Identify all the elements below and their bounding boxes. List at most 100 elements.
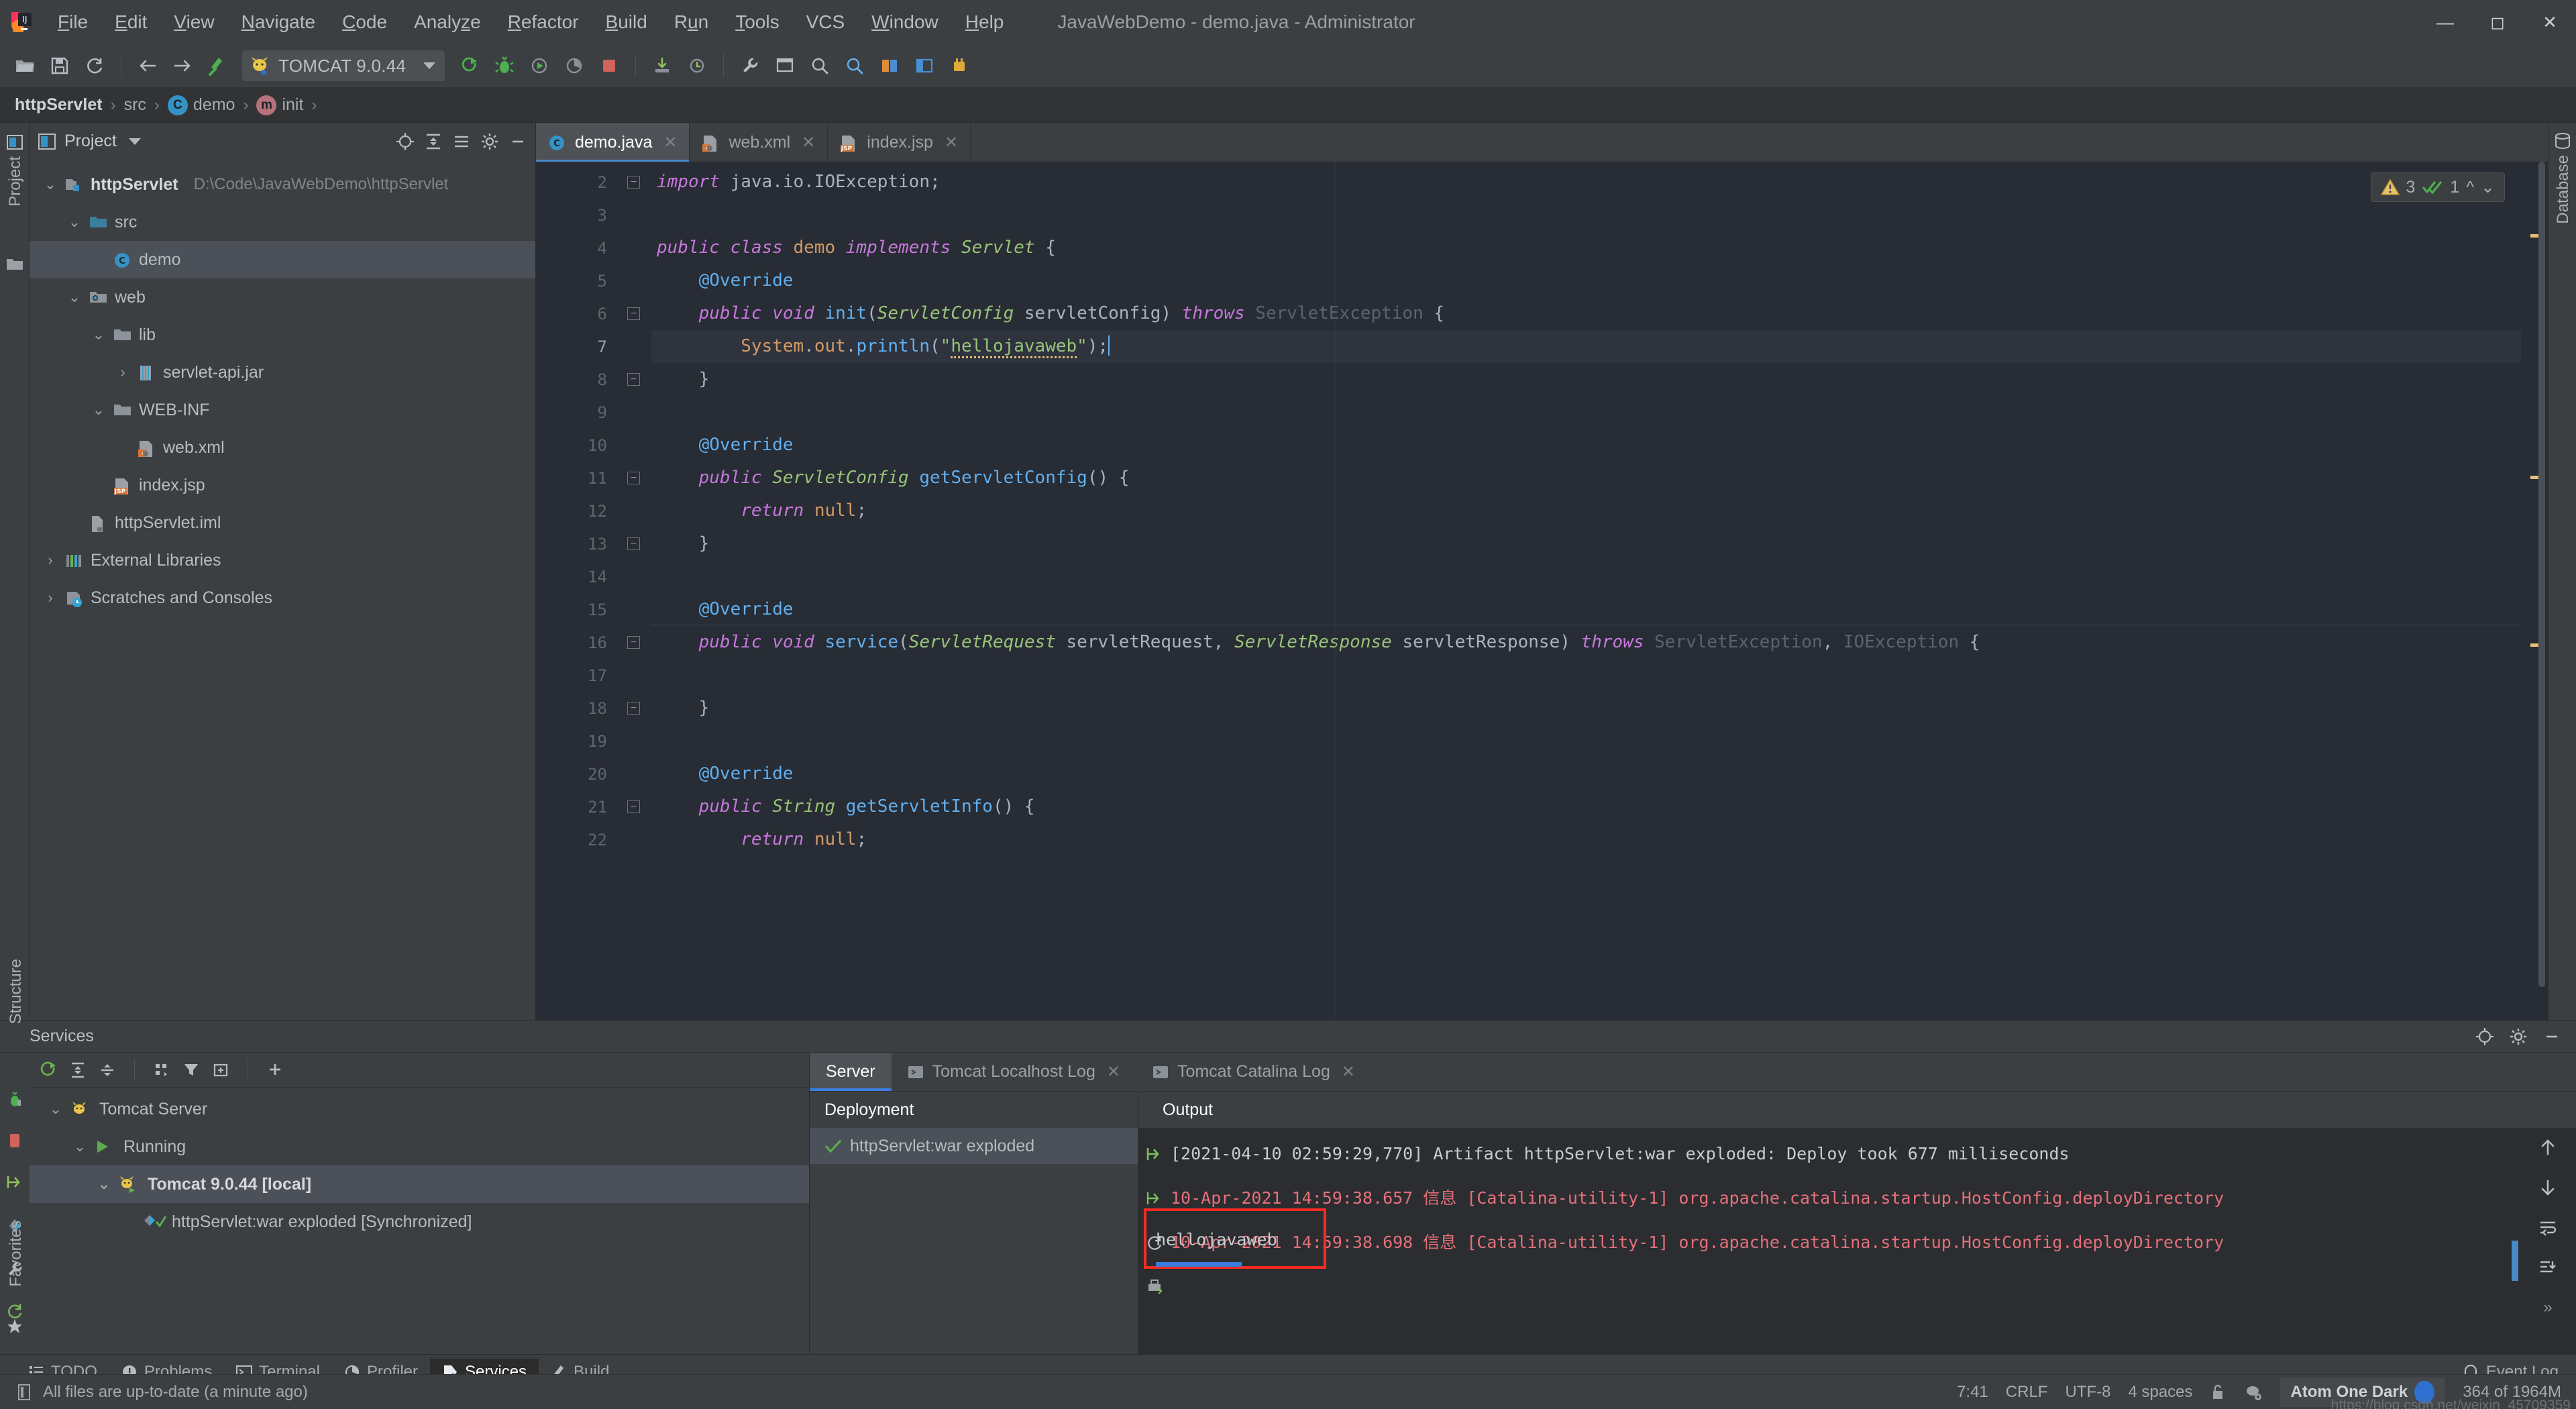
stop-icon[interactable] (594, 50, 625, 81)
fold-end-icon[interactable]: − (627, 176, 640, 189)
target-icon[interactable] (2475, 1027, 2494, 1046)
filter-icon[interactable] (182, 1061, 201, 1080)
code-line[interactable] (651, 396, 2521, 429)
vertical-split-icon[interactable] (909, 50, 940, 81)
close-icon[interactable]: ✕ (663, 133, 677, 152)
chevron-down-icon[interactable]: ⌄ (66, 213, 83, 231)
rail-label-favorites[interactable]: Favorites (7, 1220, 25, 1287)
project-tree-item[interactable]: Cdemo (30, 241, 535, 278)
line-number[interactable]: 10 (536, 429, 616, 462)
gear-icon[interactable] (480, 132, 499, 151)
menu-item-code[interactable]: Code (329, 7, 400, 37)
sync-icon[interactable] (79, 50, 110, 81)
chevron-right-icon[interactable]: › (114, 364, 131, 381)
menu-item-tools[interactable]: Tools (722, 7, 792, 37)
folder-icon[interactable] (6, 257, 23, 274)
project-structure-icon[interactable] (769, 50, 800, 81)
editor-scrollbar-thumb[interactable] (2538, 162, 2545, 987)
line-number[interactable]: 2 (536, 166, 616, 199)
line-number[interactable]: 22 (536, 823, 616, 856)
redeploy-icon[interactable] (682, 50, 712, 81)
chevron-right-icon[interactable]: › (42, 589, 59, 607)
code-line[interactable]: } (651, 363, 2521, 396)
star-icon[interactable] (6, 1318, 23, 1335)
inspection-widget[interactable]: 3 1 ^ ⌄ (2370, 172, 2505, 202)
editor-tab[interactable]: < web.xml ✕ (690, 123, 828, 162)
editor-tab[interactable]: JSP index.jsp ✕ (828, 123, 971, 162)
close-icon[interactable]: ✕ (945, 133, 958, 152)
code-line[interactable]: } (651, 692, 2521, 725)
indent-setting[interactable]: 4 spaces (2128, 1383, 2192, 1402)
search-everywhere-icon[interactable] (804, 50, 835, 81)
breadcrumb-item-class[interactable]: C demo (164, 95, 239, 115)
project-tree-item[interactable]: › External Libraries (30, 541, 535, 579)
menu-item-window[interactable]: Window (858, 7, 952, 37)
menu-item-file[interactable]: FFileile (44, 7, 101, 37)
project-tool-icon[interactable] (6, 134, 23, 151)
chevron-down-icon[interactable]: ⌄ (90, 401, 107, 419)
line-number[interactable]: 19 (536, 725, 616, 758)
line-number[interactable]: 21 (536, 790, 647, 823)
project-tree-item[interactable]: ⌄ src (30, 203, 535, 241)
expand-icon[interactable] (452, 132, 471, 151)
code-line[interactable] (651, 199, 2521, 231)
line-number[interactable]: 12 (536, 494, 616, 527)
close-button[interactable]: ✕ (2524, 0, 2576, 44)
line-number[interactable]: 17 (536, 659, 616, 692)
target-icon[interactable] (396, 132, 415, 151)
debug-icon[interactable] (489, 50, 520, 81)
chevron-down-icon[interactable]: ⌄ (42, 176, 59, 193)
minimize-icon[interactable] (2542, 1027, 2561, 1046)
code-line[interactable]: public ServletConfig getServletConfig() … (651, 462, 2521, 494)
code-line[interactable]: @Override (651, 429, 2521, 462)
chevron-right-icon[interactable]: › (42, 552, 59, 569)
menu-item-refactor[interactable]: Refactor (494, 7, 592, 37)
rerun-icon[interactable] (39, 1061, 58, 1080)
breadcrumb-item-method[interactable]: m init (252, 95, 307, 115)
code-line[interactable] (651, 659, 2521, 692)
find-icon[interactable] (839, 50, 870, 81)
open-folder-icon[interactable] (9, 50, 40, 81)
plugin-icon[interactable] (944, 50, 975, 81)
fold-collapse-icon[interactable]: − (627, 636, 640, 649)
fold-end-icon[interactable]: − (627, 373, 640, 386)
project-tree-item[interactable]: ⌄ httpServlet D:\Code\JavaWebDemo\httpServ… (30, 166, 535, 203)
code-line[interactable]: System.out.println("hellojavaweb"); (651, 330, 2521, 363)
next-problem-icon[interactable]: ⌄ (2481, 177, 2495, 197)
line-number[interactable]: 3 (536, 199, 616, 231)
expand-all-icon[interactable] (68, 1061, 87, 1080)
line-number[interactable]: 9 (536, 396, 616, 429)
fold-end-icon[interactable]: − (627, 537, 640, 550)
services-tree-item[interactable]: ⌄ Tomcat Server (30, 1090, 809, 1128)
chevron-down-icon[interactable]: ⌄ (66, 289, 83, 306)
profile-icon[interactable] (559, 50, 590, 81)
fold-end-icon[interactable]: − (627, 702, 640, 715)
menu-item-analyze[interactable]: Analyze (400, 7, 494, 37)
rail-label-project[interactable]: Project (6, 156, 25, 207)
project-tree-item[interactable]: › servlet-api.jar (30, 354, 535, 391)
print-icon[interactable] (1138, 1265, 1171, 1309)
group-icon[interactable] (152, 1061, 171, 1080)
code-line[interactable]: import java.io.IOException; (651, 166, 2521, 199)
run-configuration-selector[interactable]: TOMCAT 9.0.44 (242, 50, 445, 81)
close-icon[interactable]: ✕ (802, 133, 815, 152)
chevron-down-icon[interactable] (423, 62, 436, 69)
collapse-all-icon[interactable] (424, 132, 443, 151)
scroll-down-icon[interactable] (2538, 1178, 2558, 1198)
deploy-icon[interactable] (6, 1173, 23, 1191)
project-tree-item[interactable]: JSP index.jsp (30, 466, 535, 504)
fold-collapse-icon[interactable]: − (627, 307, 640, 320)
rail-label-database[interactable]: Database (2554, 155, 2573, 224)
menu-item-help[interactable]: Help (952, 7, 1018, 37)
line-number[interactable]: 8 (536, 363, 616, 396)
minimize-icon[interactable] (508, 132, 527, 151)
line-number[interactable]: 13 (536, 527, 616, 560)
minimize-button[interactable]: — (2419, 0, 2471, 44)
code-line[interactable]: public void init(ServletConfig servletCo… (651, 297, 2521, 330)
chevron-down-icon[interactable]: ⌄ (95, 1176, 113, 1193)
build-hammer-icon[interactable] (202, 50, 233, 81)
code-line[interactable]: return null; (651, 823, 2521, 856)
code-line[interactable]: @Override (651, 758, 2521, 790)
rail-label-structure[interactable]: Structure (7, 959, 25, 1024)
caret-position[interactable]: 7:41 (1957, 1383, 1988, 1402)
